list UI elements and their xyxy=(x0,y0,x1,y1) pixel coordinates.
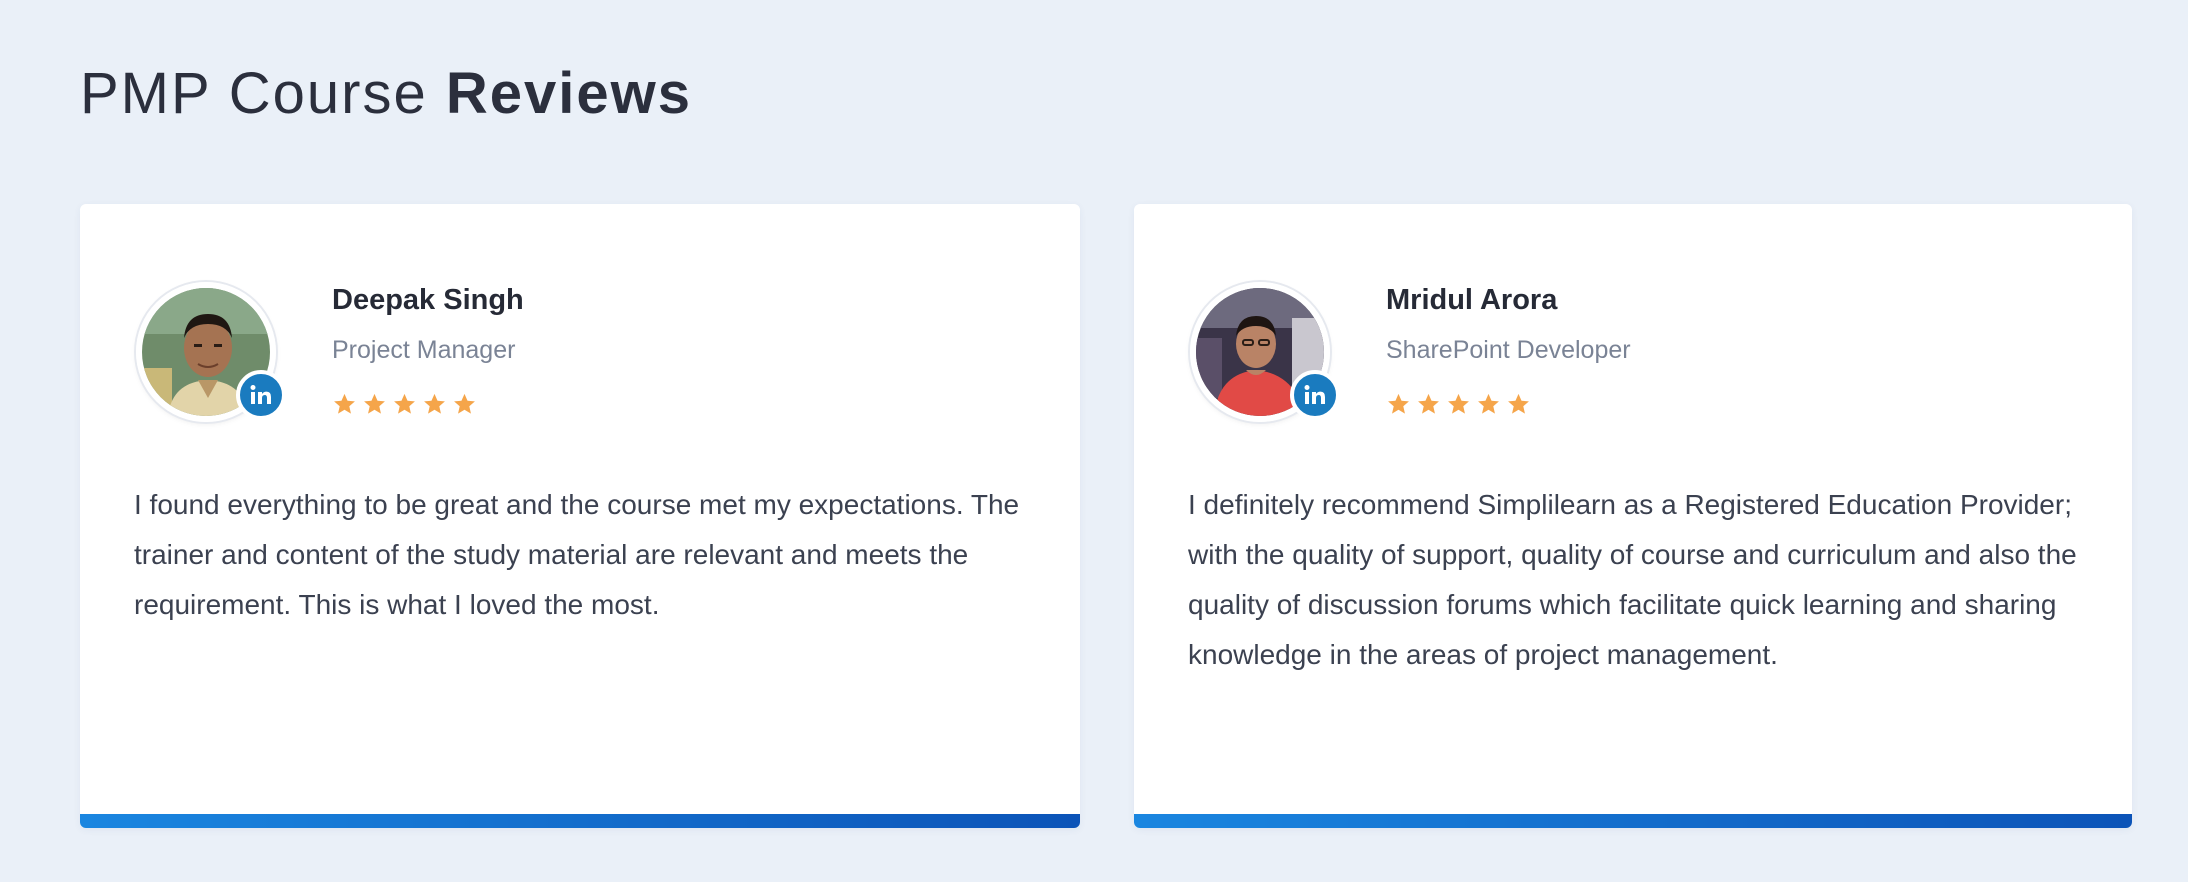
star-icon xyxy=(364,393,385,414)
star-icon xyxy=(1478,393,1499,414)
linkedin-icon[interactable] xyxy=(236,370,286,420)
page-title-bold: Reviews xyxy=(445,61,693,126)
review-card: Mridul Arora SharePoint Developer I defi… xyxy=(1134,204,2132,828)
star-icon xyxy=(1448,393,1469,414)
review-card: Deepak Singh Project Manager I found eve… xyxy=(80,204,1080,828)
star-icon xyxy=(454,393,475,414)
card-accent-bar xyxy=(1134,814,2132,828)
reviewer-avatar-container xyxy=(136,282,286,422)
reviewer-name: Mridul Arora xyxy=(1386,284,1558,316)
linkedin-icon[interactable] xyxy=(1290,370,1340,420)
reviewer-avatar-container xyxy=(1190,282,1340,422)
star-icon xyxy=(1508,393,1529,414)
star-rating xyxy=(1386,392,1531,417)
review-text: I found everything to be great and the c… xyxy=(134,489,1020,620)
reviewer-role: SharePoint Developer xyxy=(1386,336,1631,364)
page: PMP Course Reviews Deepak Singh Project … xyxy=(0,0,2188,882)
review-text: I definitely recommend Simplilearn as a … xyxy=(1188,489,2077,670)
reviewer-name: Deepak Singh xyxy=(332,284,524,316)
star-icon xyxy=(334,393,355,414)
card-accent-bar xyxy=(80,814,1080,828)
star-icon xyxy=(1388,393,1409,414)
star-icon xyxy=(424,393,445,414)
star-rating xyxy=(332,392,477,417)
linkedin-glyph xyxy=(1304,385,1325,404)
star-icon xyxy=(394,393,415,414)
page-title: PMP Course Reviews xyxy=(80,58,692,130)
page-title-regular: PMP Course xyxy=(80,61,428,126)
star-icon xyxy=(1418,393,1439,414)
linkedin-glyph xyxy=(250,385,271,404)
reviewer-role: Project Manager xyxy=(332,336,516,364)
